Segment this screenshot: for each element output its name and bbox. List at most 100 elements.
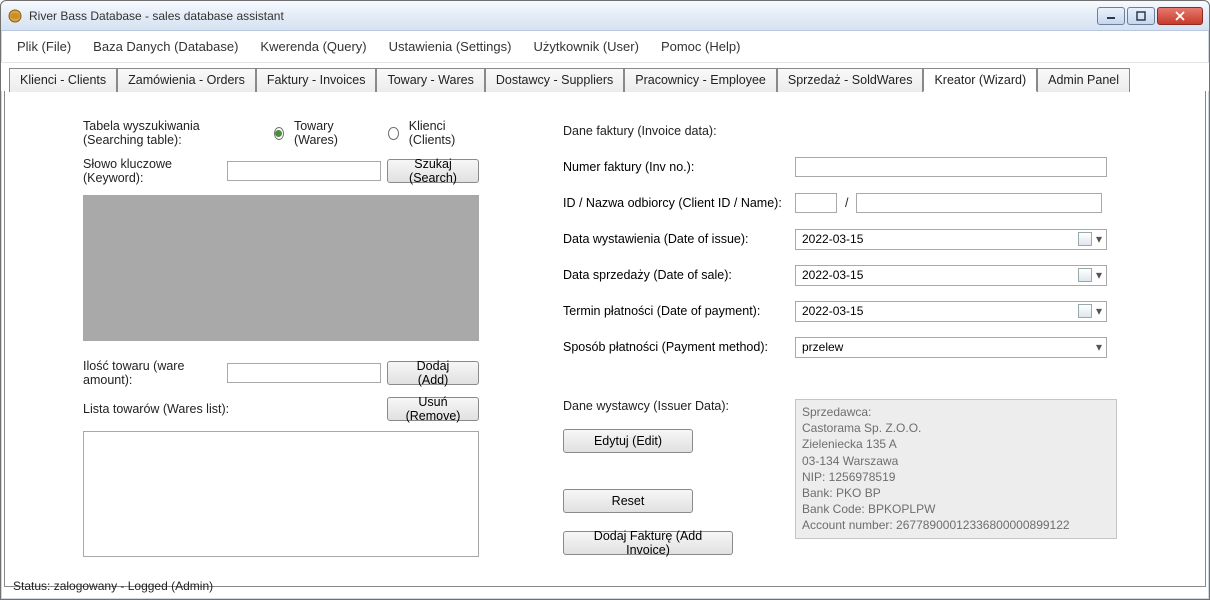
right-panel: Dane faktury (Invoice data): Numer faktu… [563, 119, 1163, 567]
client-id-label: ID / Nazwa odbiorcy (Client ID / Name): [563, 196, 795, 210]
amount-row: Ilość towaru (ware amount): Dodaj (Add) [83, 359, 503, 387]
add-button[interactable]: Dodaj (Add) [387, 361, 479, 385]
date-issue-label: Data wystawienia (Date of issue): [563, 232, 795, 246]
window: River Bass Database - sales database ass… [0, 0, 1210, 600]
amount-label: Ilość towaru (ware amount): [83, 359, 227, 387]
issuer-line: Account number: 267789000123368000008991… [802, 517, 1110, 533]
radio-clients[interactable] [388, 127, 398, 140]
maximize-button[interactable] [1127, 7, 1155, 25]
date-payment-input[interactable]: 2022-03-15 ▾ [795, 301, 1107, 322]
window-title: River Bass Database - sales database ass… [29, 9, 1097, 23]
wares-list-header: Lista towarów (Wares list): Usuń (Remove… [83, 397, 503, 421]
calendar-icon [1078, 304, 1092, 318]
app-icon [7, 8, 23, 24]
date-sale-input[interactable]: 2022-03-15 ▾ [795, 265, 1107, 286]
pay-method-label: Sposób płatności (Payment method): [563, 340, 795, 354]
chevron-down-icon: ▾ [1094, 270, 1104, 280]
pay-method-select[interactable]: przelew ▾ [795, 337, 1107, 358]
invoice-data-label: Dane faktury (Invoice data): [563, 124, 717, 138]
tab-orders[interactable]: Zamówienia - Orders [117, 68, 256, 92]
chevron-down-icon: ▾ [1094, 342, 1104, 352]
issuer-box: Sprzedawca: Castorama Sp. Z.O.O. Zieleni… [795, 399, 1117, 539]
inv-no-label: Numer faktury (Inv no.): [563, 160, 795, 174]
issuer-line: Zieleniecka 135 A [802, 436, 1110, 452]
wares-list-label: Lista towarów (Wares list): [83, 402, 387, 416]
date-payment-label: Termin płatności (Date of payment): [563, 304, 795, 318]
tab-wizard[interactable]: Kreator (Wizard) [923, 68, 1037, 92]
tab-admin[interactable]: Admin Panel [1037, 68, 1130, 92]
radio-wares-label: Towary (Wares) [294, 119, 360, 147]
client-name-input[interactable] [856, 193, 1102, 213]
menu-query[interactable]: Kwerenda (Query) [260, 39, 366, 54]
remove-button[interactable]: Usuń (Remove) [387, 397, 479, 421]
issuer-line: Bank: PKO BP [802, 485, 1110, 501]
date-sale-row: Data sprzedaży (Date of sale): 2022-03-1… [563, 263, 1163, 287]
reset-button[interactable]: Reset [563, 489, 693, 513]
search-results-list[interactable] [83, 195, 479, 341]
wizard-pane: Tabela wyszukiwania (Searching table): T… [23, 111, 1187, 574]
minimize-button[interactable] [1097, 7, 1125, 25]
date-issue-value: 2022-03-15 [802, 232, 863, 246]
close-button[interactable] [1157, 7, 1203, 25]
inv-no-row: Numer faktury (Inv no.): [563, 155, 1163, 179]
client-slash: / [845, 196, 848, 210]
keyword-label: Słowo kluczowe (Keyword): [83, 157, 227, 185]
date-sale-value: 2022-03-15 [802, 268, 863, 282]
menu-database[interactable]: Baza Danych (Database) [93, 39, 238, 54]
menu-settings[interactable]: Ustawienia (Settings) [389, 39, 512, 54]
search-button[interactable]: Szukaj (Search) [387, 159, 479, 183]
date-sale-picker[interactable]: ▾ [1078, 268, 1104, 282]
date-issue-picker[interactable]: ▾ [1078, 232, 1104, 246]
radio-clients-label: Klienci (Clients) [409, 119, 475, 147]
wares-list[interactable] [83, 431, 479, 557]
date-payment-value: 2022-03-15 [802, 304, 863, 318]
tab-wares[interactable]: Towary - Wares [376, 68, 484, 92]
tab-employee[interactable]: Pracownicy - Employee [624, 68, 777, 92]
issuer-line: Castorama Sp. Z.O.O. [802, 420, 1110, 436]
date-issue-row: Data wystawienia (Date of issue): 2022-0… [563, 227, 1163, 251]
menu-help[interactable]: Pomoc (Help) [661, 39, 740, 54]
menubar: Plik (File) Baza Danych (Database) Kwere… [1, 31, 1209, 63]
edit-button[interactable]: Edytuj (Edit) [563, 429, 693, 453]
window-controls [1097, 7, 1203, 25]
tab-content: Tabela wyszukiwania (Searching table): T… [4, 91, 1206, 587]
tab-suppliers[interactable]: Dostawcy - Suppliers [485, 68, 624, 92]
add-invoice-button[interactable]: Dodaj Fakturę (Add Invoice) [563, 531, 733, 555]
issuer-line: 03-134 Warszawa [802, 453, 1110, 469]
date-sale-label: Data sprzedaży (Date of sale): [563, 268, 795, 282]
issuer-label: Dane wystawcy (Issuer Data): [563, 399, 795, 413]
keyword-row: Słowo kluczowe (Keyword): Szukaj (Search… [83, 157, 503, 185]
pay-method-row: Sposób płatności (Payment method): przel… [563, 335, 1163, 359]
client-id-input[interactable] [795, 193, 837, 213]
chevron-down-icon: ▾ [1094, 234, 1104, 244]
pay-method-value: przelew [802, 340, 843, 354]
radio-wares[interactable] [274, 127, 284, 140]
date-payment-picker[interactable]: ▾ [1078, 304, 1104, 318]
date-issue-input[interactable]: 2022-03-15 ▾ [795, 229, 1107, 250]
issuer-line: NIP: 1256978519 [802, 469, 1110, 485]
issuer-line: Sprzedawca: [802, 404, 1110, 420]
radio-clients-group[interactable]: Klienci (Clients) [388, 119, 475, 147]
tab-soldwares[interactable]: Sprzedaż - SoldWares [777, 68, 924, 92]
issuer-line: Bank Code: BPKOPLPW [802, 501, 1110, 517]
menu-file[interactable]: Plik (File) [17, 39, 71, 54]
status-text: Status: zalogowany - Logged (Admin) [13, 579, 213, 593]
client-id-row: ID / Nazwa odbiorcy (Client ID / Name): … [563, 191, 1163, 215]
issuer-row: Dane wystawcy (Issuer Data): Edytuj (Edi… [563, 399, 1163, 555]
keyword-input[interactable] [227, 161, 381, 181]
searching-table-row: Tabela wyszukiwania (Searching table): T… [83, 119, 503, 147]
calendar-icon [1078, 268, 1092, 282]
calendar-icon [1078, 232, 1092, 246]
menu-user[interactable]: Użytkownik (User) [533, 39, 638, 54]
tab-invoices[interactable]: Faktury - Invoices [256, 68, 377, 92]
searching-table-label: Tabela wyszukiwania (Searching table): [83, 119, 256, 147]
amount-input[interactable] [227, 363, 381, 383]
tabstrip: Klienci - Clients Zamówienia - Orders Fa… [1, 63, 1209, 91]
radio-wares-group[interactable]: Towary (Wares) [274, 119, 361, 147]
statusbar: Status: zalogowany - Logged (Admin) [7, 575, 1203, 597]
inv-no-input[interactable] [795, 157, 1107, 177]
titlebar: River Bass Database - sales database ass… [1, 1, 1209, 31]
date-payment-row: Termin płatności (Date of payment): 2022… [563, 299, 1163, 323]
chevron-down-icon: ▾ [1094, 306, 1104, 316]
tab-clients[interactable]: Klienci - Clients [9, 68, 117, 92]
